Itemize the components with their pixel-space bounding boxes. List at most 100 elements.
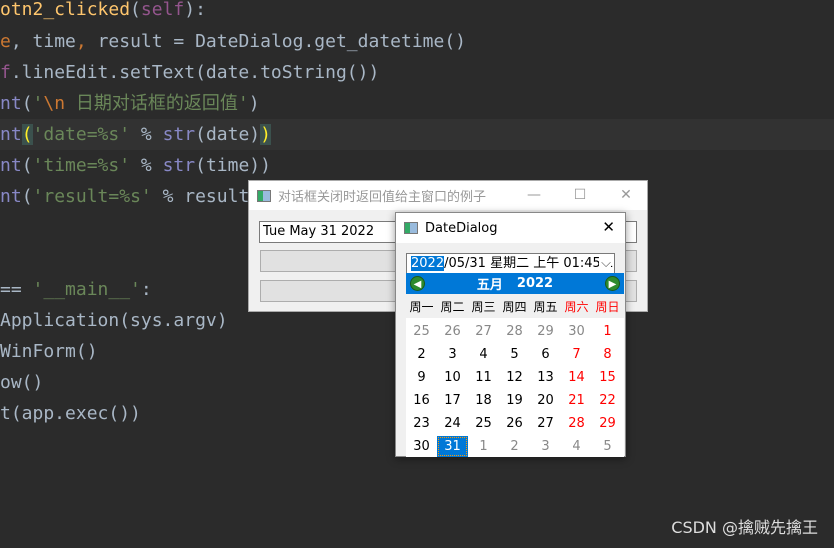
day-cell[interactable]: 27 [468, 321, 499, 342]
weekday-label: 周六 [564, 299, 589, 314]
day-cell[interactable]: 19 [499, 390, 530, 411]
day-cell[interactable]: 4 [561, 436, 592, 457]
code-line: otn2_clicked(self): [0, 0, 834, 25]
code-token: nt [0, 93, 22, 114]
code-token: ( [21, 186, 33, 207]
app-icon [404, 222, 418, 234]
prev-month-icon[interactable]: ◀ [410, 276, 425, 291]
code-line: f.lineEdit.setText(date.toString()) [0, 57, 834, 88]
minimize-button[interactable]: — [511, 181, 557, 210]
day-cell[interactable]: 27 [530, 413, 561, 434]
day-cell[interactable]: 2 [499, 436, 530, 457]
day-cell[interactable]: 30 [561, 321, 592, 342]
code-token: (date) [195, 124, 261, 145]
code-token: WinForm() [0, 341, 98, 362]
day-cell[interactable]: 15 [592, 367, 623, 388]
day-cell[interactable]: 3 [437, 344, 468, 365]
code-token: 'result=%s' [32, 186, 152, 207]
code-token: 日期对话框的返回值' [65, 93, 249, 114]
day-cell[interactable]: 7 [561, 344, 592, 365]
code-token: ow() [0, 372, 44, 393]
datetime-edit[interactable]: 2022/05/31 星期二 上午 01:45:12 ⌵ [406, 253, 615, 274]
code-line: nt('time=%s' % str(time)) [0, 150, 834, 181]
month-selector[interactable]: 五月 [477, 274, 503, 293]
day-cell[interactable]: 22 [592, 390, 623, 411]
day-cell[interactable]: 25 [406, 321, 437, 342]
day-cell[interactable]: 21 [561, 390, 592, 411]
chevron-down-icon[interactable]: ⌵ [599, 254, 611, 273]
day-cell[interactable]: 4 [468, 344, 499, 365]
day-cell[interactable]: 18 [468, 390, 499, 411]
day-cell[interactable]: 9 [406, 367, 437, 388]
code-line: nt('date=%s' % str(date)) [0, 119, 834, 150]
code-token: ( [21, 155, 33, 176]
day-cell[interactable]: 20 [530, 390, 561, 411]
code-token: self [140, 0, 185, 20]
code-token: 'time=%s' [32, 155, 131, 176]
day-cell[interactable]: 24 [437, 413, 468, 434]
day-cell[interactable]: 1 [468, 436, 499, 457]
day-cell[interactable]: 23 [406, 413, 437, 434]
day-cell[interactable]: 5 [592, 436, 623, 457]
code-token: , [75, 31, 98, 52]
code-token: % result) [151, 186, 261, 207]
day-cell[interactable]: 26 [499, 413, 530, 434]
close-button[interactable]: ✕ [603, 181, 649, 210]
code-token: str [162, 155, 196, 176]
day-cell[interactable]: 28 [499, 321, 530, 342]
dialog-close-button[interactable]: ✕ [602, 218, 615, 236]
weekday-label: 周一 [409, 299, 434, 314]
day-cell[interactable]: 14 [561, 367, 592, 388]
day-cell[interactable]: 30 [406, 436, 437, 457]
next-month-icon[interactable]: ▶ [605, 276, 620, 291]
day-cell[interactable]: 10 [437, 367, 468, 388]
code-token: ( [130, 0, 141, 20]
day-cell[interactable]: 13 [530, 367, 561, 388]
code-line: e, time, result = DateDialog.get_datetim… [0, 26, 834, 57]
calendar-popup: ◀ 五月 2022 ▶ 周一 周二 周三 周四 周五 周六 周日 25 26 27 28 29 30 1 2… [406, 273, 624, 457]
day-cell[interactable]: 17 [437, 390, 468, 411]
weekday-header: 周一 周二 周三 周四 周五 周六 周日 [406, 294, 624, 318]
day-cell[interactable]: 6 [530, 344, 561, 365]
code-token: f [0, 62, 11, 83]
code-line: nt('\n 日期对话框的返回值') [0, 88, 834, 119]
day-cell[interactable]: 29 [592, 413, 623, 434]
maximize-button[interactable]: ☐ [557, 181, 603, 210]
code-token: result = DateDialog.get_datetime() [97, 31, 467, 52]
code-token: % [130, 124, 163, 145]
watermark: CSDN @擒贼先擒王 [671, 518, 818, 537]
code-token: ' [32, 93, 44, 114]
code-token: ( [21, 124, 33, 145]
day-cell[interactable]: 12 [499, 367, 530, 388]
code-token: , time [10, 31, 76, 52]
weekday-label: 周日 [595, 299, 620, 314]
code-token: ) [248, 93, 260, 114]
day-cell[interactable]: 8 [592, 344, 623, 365]
code-token: % [130, 155, 163, 176]
day-cell[interactable]: 2 [406, 344, 437, 365]
day-cell[interactable]: 16 [406, 390, 437, 411]
day-cell[interactable]: 25 [468, 413, 499, 434]
day-cell[interactable]: 29 [530, 321, 561, 342]
year-selector[interactable]: 2022 [517, 276, 553, 291]
day-cell[interactable]: 28 [561, 413, 592, 434]
weekday-label: 周二 [440, 299, 465, 314]
day-cell[interactable]: 5 [499, 344, 530, 365]
date-dialog: DateDialog ✕ 2022/05/31 星期二 上午 01:45:12 ⌵… [395, 212, 626, 457]
day-cell[interactable]: 11 [468, 367, 499, 388]
code-token: .lineEdit.setText(date.toString()) [10, 62, 380, 83]
app-icon [257, 189, 271, 202]
calendar-nav-bar: ◀ 五月 2022 ▶ [406, 273, 624, 294]
day-cell-selected[interactable]: 31 [437, 436, 468, 457]
day-cell[interactable]: 26 [437, 321, 468, 342]
day-cell[interactable]: 3 [530, 436, 561, 457]
code-token: \n [43, 93, 66, 114]
code-token: ) [260, 124, 271, 145]
code-token: == [0, 279, 33, 300]
code-token: nt [0, 124, 22, 145]
code-token: : [140, 279, 152, 300]
code-token: (time)) [195, 155, 271, 176]
datetime-year-selected: 2022 [411, 256, 445, 271]
day-grid: 25 26 27 28 29 30 1 2 3 4 5 6 7 8 9 10 11 12 13 14 15 16 17 18 1… [406, 318, 624, 458]
day-cell[interactable]: 1 [592, 321, 623, 342]
